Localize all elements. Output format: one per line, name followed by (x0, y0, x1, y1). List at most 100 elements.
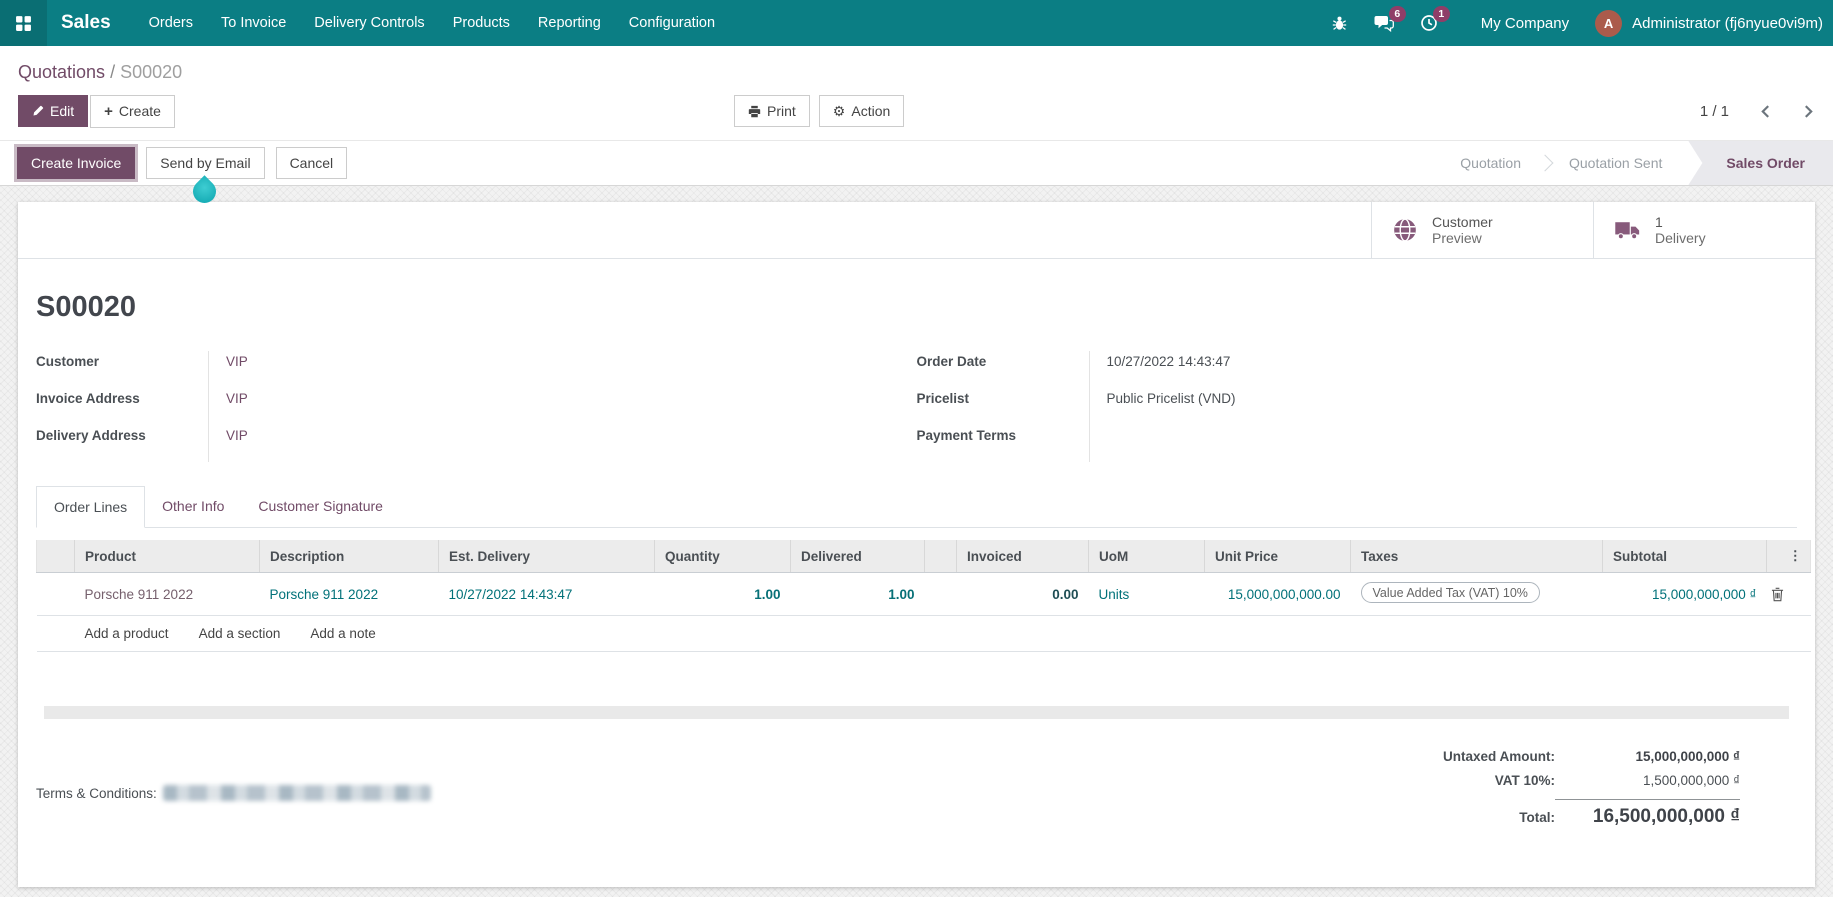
action-button[interactable]: ⚙ Action (819, 95, 904, 127)
breadcrumb-quotations[interactable]: Quotations (18, 62, 105, 82)
print-button[interactable]: Print (734, 95, 810, 127)
delivery-address-value-link[interactable]: VIP (209, 425, 248, 462)
stat-label-line2: Preview (1432, 230, 1482, 246)
menu-to-invoice[interactable]: To Invoice (207, 0, 300, 46)
step-sales-order[interactable]: Sales Order (1688, 141, 1833, 185)
menu-orders[interactable]: Orders (135, 0, 207, 46)
pager-value[interactable]: 1 / 1 (1700, 103, 1729, 120)
activities-clock-icon[interactable]: 1 (1407, 0, 1451, 46)
tab-order-lines[interactable]: Order Lines (36, 486, 145, 528)
content-area: CustomerPreview 1Delivery S00020 Custome… (0, 186, 1833, 897)
trash-icon (1771, 587, 1801, 602)
stat-label-line1: Customer (1432, 214, 1493, 230)
menu-reporting[interactable]: Reporting (524, 0, 615, 46)
add-a-note-link[interactable]: Add a note (310, 626, 375, 641)
form-card: CustomerPreview 1Delivery S00020 Custome… (18, 202, 1815, 887)
col-est-delivery[interactable]: Est. Delivery (439, 540, 655, 573)
total-label: Total: (1519, 810, 1555, 825)
apps-menu-button[interactable] (0, 0, 47, 46)
order-line-row[interactable]: Porsche 911 2022 Porsche 911 2022 10/27/… (37, 573, 1811, 616)
field-delivery-address: Delivery Address VIP (36, 425, 917, 462)
right-field-group: Order Date 10/27/2022 14:43:47 Pricelist… (917, 351, 1798, 462)
stat-delivery-label: Delivery (1655, 230, 1706, 246)
truck-icon (1614, 220, 1641, 240)
vat-value: 1,500,000,000 ₫ (1555, 773, 1740, 788)
control-buttons-row: Edit + Create Print ⚙ Action 1 / 1 (18, 95, 1815, 127)
menu-products[interactable]: Products (439, 0, 524, 46)
step-quotation-sent[interactable]: Quotation Sent (1551, 155, 1680, 171)
col-description[interactable]: Description (260, 540, 439, 573)
col-unit-price[interactable]: Unit Price (1205, 540, 1351, 573)
field-groups: Customer VIP Invoice Address VIP Deliver… (36, 351, 1797, 462)
cell-delivered[interactable]: 1.00 (791, 573, 925, 616)
odoo-sales-order-page: Sales Orders To Invoice Delivery Control… (0, 0, 1833, 897)
table-header-row: Product Description Est. Delivery Quanti… (37, 540, 1811, 573)
messages-badge: 6 (1389, 6, 1406, 22)
untaxed-amount-label: Untaxed Amount: (1443, 749, 1555, 764)
col-quantity[interactable]: Quantity (655, 540, 791, 573)
untaxed-amount-row: Untaxed Amount: 15,000,000,000 ₫ (1443, 749, 1740, 764)
field-customer: Customer VIP (36, 351, 917, 388)
create-invoice-button[interactable]: Create Invoice (17, 147, 135, 179)
add-a-product-link[interactable]: Add a product (85, 626, 169, 641)
top-navbar: Sales Orders To Invoice Delivery Control… (0, 0, 1833, 46)
tax-tag[interactable]: Value Added Tax (VAT) 10% (1361, 582, 1540, 603)
cancel-button[interactable]: Cancel (276, 147, 348, 179)
horizontal-scrollbar[interactable] (44, 706, 1789, 719)
breadcrumb: Quotations / S00020 (18, 59, 1815, 85)
col-subtotal[interactable]: Subtotal (1603, 540, 1767, 573)
total-row: Total: 16,500,000,000 ₫ (1443, 797, 1740, 828)
customer-preview-stat-button[interactable]: CustomerPreview (1371, 202, 1593, 258)
app-menu: Orders To Invoice Delivery Controls Prod… (135, 0, 729, 46)
user-menu[interactable]: A Administrator (fj6nyue0vi9m) (1595, 10, 1833, 37)
pager-previous-icon[interactable] (1761, 105, 1770, 118)
cell-quantity[interactable]: 1.00 (655, 573, 791, 616)
col-taxes[interactable]: Taxes (1351, 540, 1603, 573)
edit-button[interactable]: Edit (18, 95, 88, 127)
pager: 1 / 1 (1700, 103, 1815, 120)
cell-product[interactable]: Porsche 911 2022 (75, 573, 260, 616)
col-product[interactable]: Product (75, 540, 260, 573)
cell-invoiced[interactable]: 0.00 (957, 573, 1089, 616)
plus-icon: + (104, 104, 113, 119)
app-name[interactable]: Sales (61, 12, 111, 34)
create-button[interactable]: + Create (90, 95, 175, 128)
cell-subtotal[interactable]: 15,000,000,000 ₫ (1603, 573, 1767, 616)
optional-columns-toggle-icon[interactable]: ⋮ (1767, 540, 1811, 573)
delete-line-button[interactable] (1767, 573, 1811, 616)
step-quotation[interactable]: Quotation (1442, 155, 1539, 171)
avatar: A (1595, 10, 1622, 37)
col-invoiced[interactable]: Invoiced (957, 540, 1089, 573)
invoice-address-label: Invoice Address (36, 388, 209, 425)
cell-unit-price[interactable]: 15,000,000,000.00 (1205, 573, 1351, 616)
total-value: 16,500,000,000 ₫ (1555, 799, 1740, 828)
pager-next-icon[interactable] (1804, 105, 1813, 118)
menu-configuration[interactable]: Configuration (615, 0, 729, 46)
delivery-stat-button[interactable]: 1Delivery (1593, 202, 1815, 258)
payment-terms-label: Payment Terms (917, 425, 1090, 462)
statusbar: Create Invoice Send by Email Cancel Quot… (0, 140, 1833, 186)
pricelist-label: Pricelist (917, 388, 1090, 425)
company-switcher[interactable]: My Company (1481, 15, 1569, 32)
payment-terms-value (1090, 425, 1107, 462)
customer-label: Customer (36, 351, 209, 388)
cell-description[interactable]: Porsche 911 2022 (260, 573, 439, 616)
tab-customer-signature[interactable]: Customer Signature (241, 486, 400, 527)
send-by-email-button[interactable]: Send by Email (146, 147, 264, 179)
field-order-date: Order Date 10/27/2022 14:43:47 (917, 351, 1798, 388)
cell-uom[interactable]: Units (1089, 573, 1205, 616)
messages-icon[interactable]: 6 (1361, 0, 1407, 46)
stat-delivery-count: 1 (1655, 214, 1663, 230)
cell-est-delivery[interactable]: 10/27/2022 14:43:47 (439, 573, 655, 616)
debug-bug-icon[interactable] (1318, 0, 1361, 46)
vat-row: VAT 10%: 1,500,000,000 ₫ (1443, 773, 1740, 788)
add-a-section-link[interactable]: Add a section (199, 626, 281, 641)
invoice-address-value-link[interactable]: VIP (209, 388, 248, 425)
col-uom[interactable]: UoM (1089, 540, 1205, 573)
breadcrumb-current: S00020 (120, 62, 182, 82)
tab-other-info[interactable]: Other Info (145, 486, 241, 527)
menu-delivery-controls[interactable]: Delivery Controls (300, 0, 438, 46)
customer-value-link[interactable]: VIP (209, 351, 248, 388)
col-delivered[interactable]: Delivered (791, 540, 925, 573)
left-field-group: Customer VIP Invoice Address VIP Deliver… (36, 351, 917, 462)
